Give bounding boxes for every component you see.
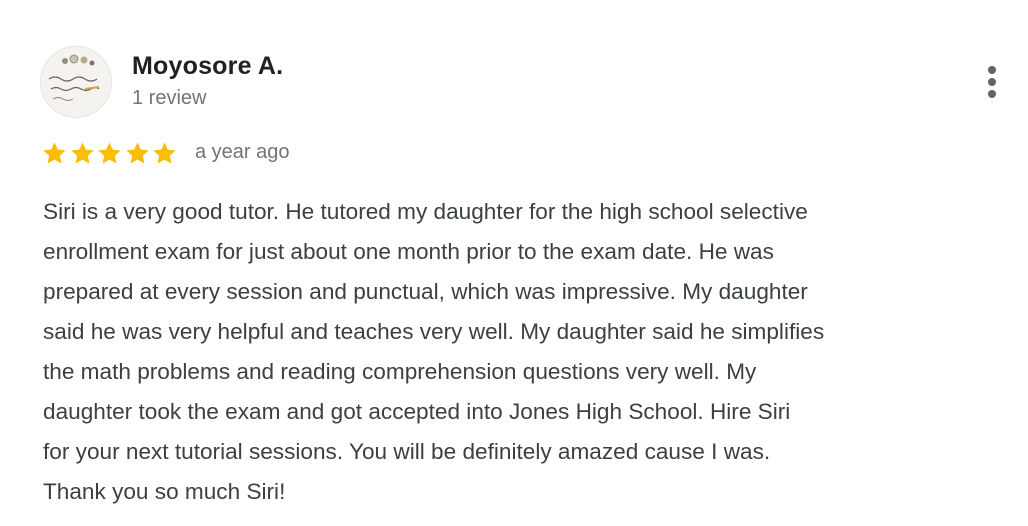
review-text-line: the math problems and reading comprehens… (43, 359, 757, 384)
review-text-line: Siri is a very good tutor. He tutored my… (43, 199, 808, 224)
review-card: Moyosore A. 1 review a year ago Siri is … (0, 0, 1028, 526)
star-icon (41, 140, 69, 168)
more-options-button[interactable] (977, 62, 1009, 102)
star-rating (41, 140, 179, 168)
star-icon (151, 140, 179, 168)
review-text-line: daughter took the exam and got accepted … (43, 399, 791, 424)
review-text-line: enrollment exam for just about one month… (43, 239, 774, 264)
star-icon (124, 140, 152, 168)
review-text-line: Thank you so much Siri! (43, 479, 286, 504)
review-text: Siri is a very good tutor. He tutored my… (43, 192, 1028, 512)
review-text-line: prepared at every session and punctual, … (43, 279, 808, 304)
review-text-line: for your next tutorial sessions. You wil… (43, 439, 771, 464)
review-text-line: said he was very helpful and teaches ver… (43, 319, 825, 344)
reviewer-name[interactable]: Moyosore A. (132, 52, 283, 81)
reviewer-avatar[interactable] (40, 46, 112, 118)
star-icon (69, 140, 97, 168)
review-date: a year ago (195, 141, 290, 163)
star-icon (96, 140, 124, 168)
review-count[interactable]: 1 review (132, 87, 206, 110)
profile-photo-icon (41, 47, 111, 117)
